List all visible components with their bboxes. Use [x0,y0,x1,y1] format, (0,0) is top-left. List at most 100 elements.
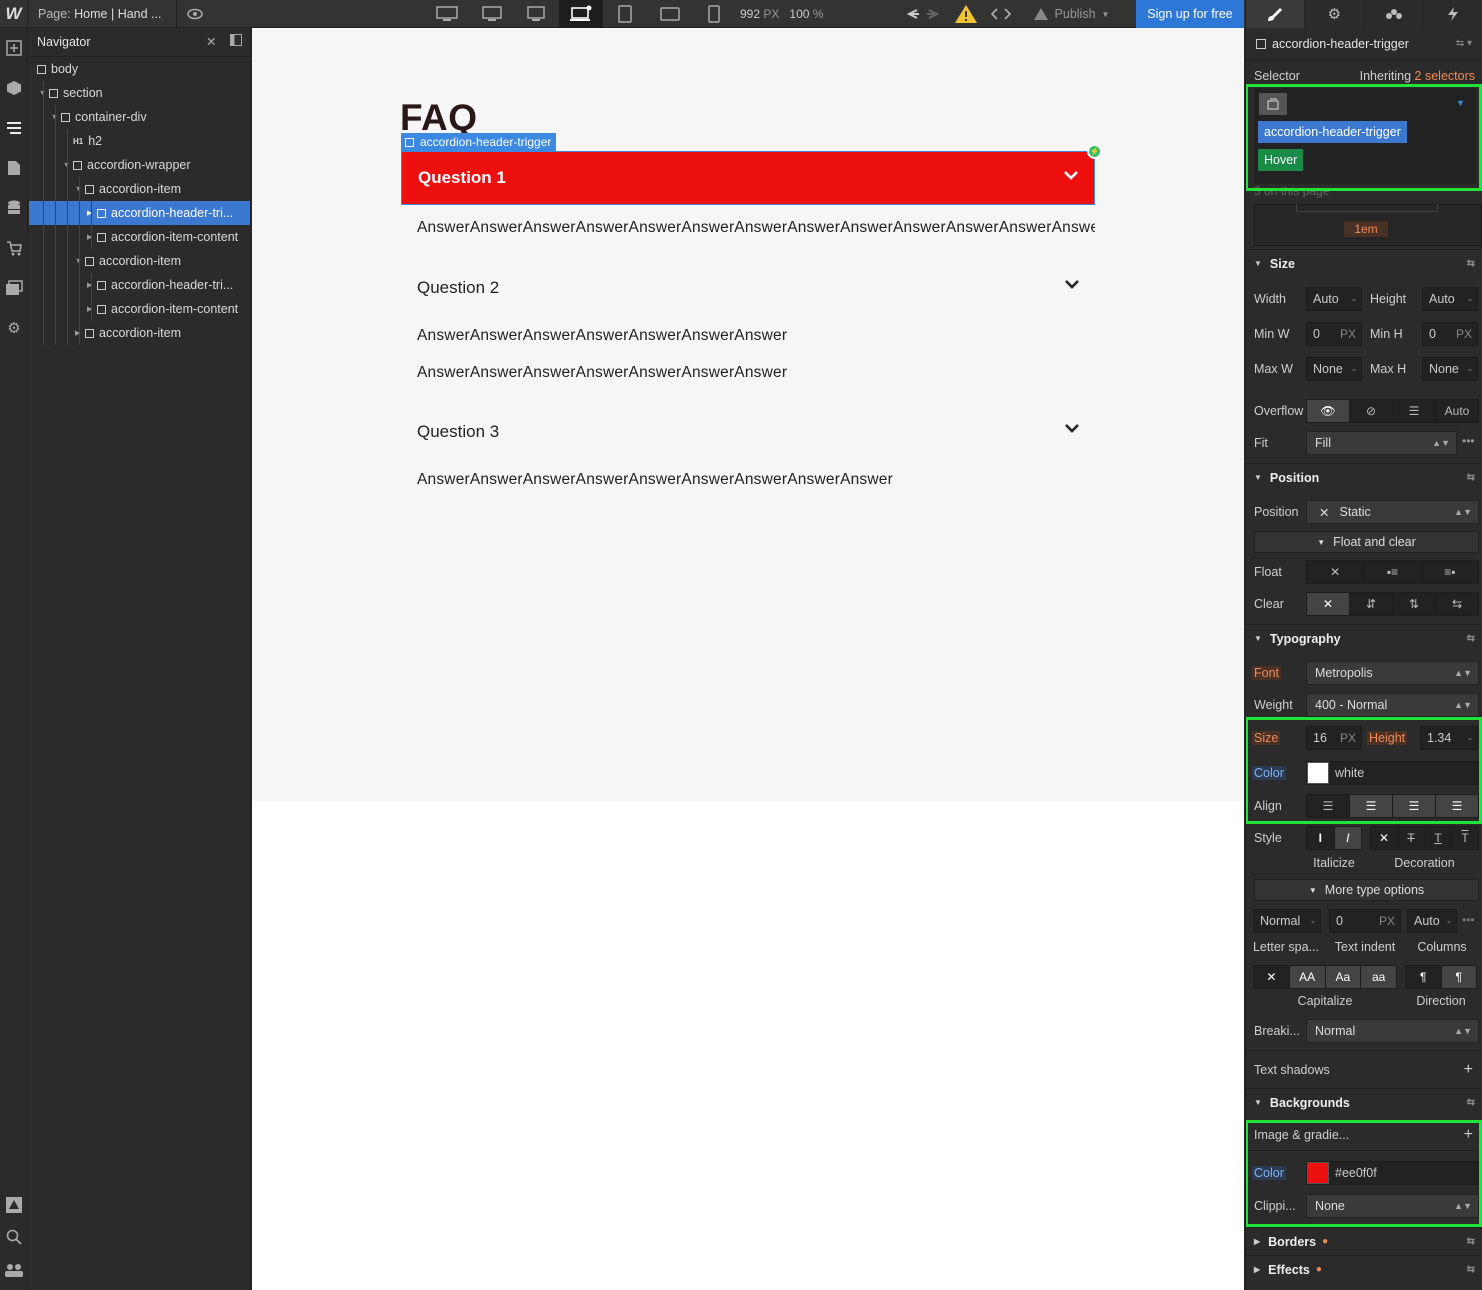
navigator-item[interactable]: ▶ accordion-item-content [29,225,250,249]
navigator-item[interactable]: body [29,57,250,81]
margin-bottom-value[interactable]: 1em [1344,221,1388,237]
tree-caret-icon[interactable]: ▼ [75,186,85,193]
tree-caret-icon[interactable]: ▼ [75,258,85,265]
min-width-input[interactable]: 0 PX [1306,322,1362,346]
symbols-cube-icon[interactable] [0,68,28,108]
selector-dropdown-chevron-icon[interactable]: ▼ [1456,98,1465,108]
lowercase-button[interactable]: aa [1360,966,1396,988]
navigator-item[interactable]: ▶ accordion-header-tri... [29,273,250,297]
font-select[interactable]: Metropolis ▲▼ [1306,661,1479,685]
letter-spacing-input[interactable]: Normal - [1253,909,1321,933]
effects-section-header[interactable]: ▶ Effects ● ⇆ [1246,1255,1482,1283]
style-brush-icon[interactable] [1245,0,1305,28]
preview-eye-icon[interactable] [177,0,213,28]
style-actions-chevron-icon[interactable]: ⇆ ▾ [1456,38,1472,49]
style-manager-drops-icon[interactable] [1363,0,1423,28]
tree-caret-icon[interactable]: ▶ [87,281,97,289]
min-width-unit[interactable]: PX [1340,327,1356,341]
capitalize-none-x-icon[interactable]: ✕ [1254,966,1289,988]
backgrounds-section-header[interactable]: ▼ Backgrounds ⇆ [1246,1088,1482,1116]
ecommerce-cart-icon[interactable] [0,228,28,268]
clear-right-icon[interactable]: ⇅ [1392,593,1435,615]
clear-both-icon[interactable]: ⇆ [1435,593,1478,615]
class-chip[interactable]: accordion-header-trigger [1258,121,1407,143]
float-none-x-icon[interactable]: ✕ [1307,561,1363,583]
more-type-options-toggle[interactable]: ▼ More type options [1254,879,1479,901]
float-left-icon[interactable]: ▪≡ [1363,561,1420,583]
breakpoint-mobile-portrait-icon[interactable] [692,0,737,28]
tree-caret-icon[interactable]: ▼ [51,114,61,121]
overflow-auto-button[interactable]: Auto [1435,400,1478,422]
breaking-select[interactable]: Normal ▲▼ [1306,1019,1479,1043]
navigator-item[interactable]: ▶ accordion-item-content [29,297,250,321]
clipping-select[interactable]: None ▲▼ [1306,1194,1479,1218]
capitalize-button[interactable]: Aa [1324,966,1361,988]
signup-button[interactable]: Sign up for free [1136,0,1244,28]
navigator-item[interactable]: ▼ accordion-item [29,177,250,201]
float-right-icon[interactable]: ≡▪ [1420,561,1478,583]
breakpoint-desktop-base-icon[interactable] [558,0,603,28]
navigator-item[interactable]: ▼ section [29,81,250,105]
breakpoint-mobile-landscape-icon[interactable] [648,0,693,28]
font-size-unit[interactable]: PX [1340,731,1356,745]
overflow-scroll-icon[interactable]: ☰ [1392,400,1435,422]
pages-icon[interactable] [0,148,28,188]
navigator-layers-icon[interactable] [0,108,28,148]
text-color-input[interactable]: white [1306,761,1479,785]
tree-caret-icon[interactable]: ▶ [87,209,97,217]
background-color-input[interactable]: #ee0f0f [1306,1161,1479,1185]
italic-off-icon[interactable]: I [1307,827,1334,849]
strikethrough-icon[interactable]: T [1397,827,1424,849]
direction-ltr-icon[interactable]: ¶ [1406,966,1441,988]
close-icon[interactable]: ✕ [206,34,216,49]
overflow-visible-eye-icon[interactable]: 👁 [1307,400,1349,422]
align-center-icon[interactable]: ☰ [1349,795,1392,817]
overflow-hidden-icon[interactable]: ⊘ [1349,400,1392,422]
cms-database-icon[interactable] [0,188,28,228]
page-selector[interactable]: Page: Home | Hand ... [28,7,176,21]
overline-icon[interactable]: T [1451,827,1478,849]
settings-gear-icon[interactable]: ⚙ [1304,0,1363,28]
navigator-item[interactable]: ▶ accordion-item [29,321,250,345]
clear-none-x-icon[interactable]: ✕ [1307,593,1349,615]
accordion-header-trigger-1[interactable]: Question 1 [401,151,1095,205]
add-background-plus-icon[interactable]: + [1464,1126,1473,1144]
section-options-icon[interactable]: ⇆ [1467,258,1475,269]
width-input[interactable]: Auto - [1306,287,1362,311]
min-height-unit[interactable]: PX [1456,327,1472,341]
tree-caret-icon[interactable]: ▶ [87,233,97,241]
breakpoint-desktop-l-icon[interactable] [514,0,559,28]
text-indent-unit[interactable]: PX [1379,914,1395,928]
more-options-icon[interactable]: ••• [1462,434,1475,448]
direction-rtl-icon[interactable]: ¶ [1440,966,1476,988]
tree-caret-icon[interactable]: ▶ [87,305,97,313]
breakpoint-desktop-xxl-icon[interactable] [425,0,470,28]
navigator-item[interactable]: ▼ accordion-wrapper [29,153,250,177]
publish-button[interactable]: Publish ▼ [1021,0,1121,28]
state-chip[interactable]: Hover [1258,149,1304,171]
align-right-icon[interactable]: ☰ [1392,795,1435,817]
selector-type-icon[interactable] [1259,93,1287,115]
uppercase-button[interactable]: AA [1288,966,1325,988]
underline-icon[interactable]: T [1424,827,1451,849]
tree-caret-icon[interactable]: ▼ [63,162,73,169]
navigator-item[interactable]: ▼ container-div [29,105,250,129]
height-input[interactable]: Auto - [1422,287,1478,311]
text-color-swatch[interactable] [1307,762,1329,784]
dock-panel-icon[interactable] [230,34,242,49]
interactions-bolt-icon[interactable] [1422,0,1482,28]
tree-caret-icon[interactable]: ▶ [75,329,85,337]
min-height-input[interactable]: 0 PX [1422,322,1478,346]
navigator-item[interactable]: ▶ accordion-header-tri... [29,201,250,225]
align-justify-icon[interactable]: ☰ [1435,795,1478,817]
clear-left-icon[interactable]: ⇵ [1349,593,1392,615]
undo-redo-icon[interactable] [895,0,951,28]
max-height-input[interactable]: None - [1422,357,1478,381]
breakpoint-tablet-icon[interactable] [603,0,648,28]
more-options-icon[interactable]: ••• [1462,913,1475,927]
interaction-bolt-icon[interactable]: ⚡ [1087,144,1102,159]
borders-section-header[interactable]: ▶ Borders ● ⇆ [1246,1227,1482,1255]
typography-section-header[interactable]: ▼ Typography ⇆ [1246,624,1482,652]
float-clear-toggle[interactable]: ▼ Float and clear [1254,531,1479,553]
columns-input[interactable]: Auto - [1407,909,1457,933]
